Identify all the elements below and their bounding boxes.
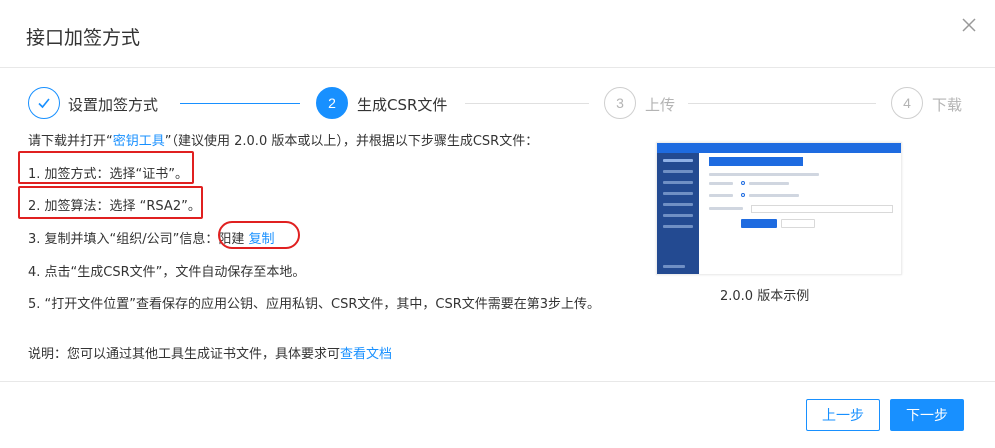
dialog-header: 接口加签方式 [0, 0, 995, 68]
preview-radio [741, 181, 745, 185]
preview-row [709, 207, 743, 210]
preview-row [749, 182, 789, 185]
preview-side-item [663, 265, 685, 268]
preview-tab-active [709, 157, 803, 166]
step-1-label: 设置加签方式 [68, 96, 159, 114]
steps-bar: 设置加签方式 2 生成CSR文件 3 上传 4 下载 [0, 84, 995, 122]
preview-sidebar [657, 153, 699, 274]
preview-row [749, 194, 799, 197]
close-icon[interactable] [958, 14, 980, 36]
intro-text: 请下载并打开“密钥工具”（建议使用 2.0.0 版本或以上），并根据以下步骤生成… [28, 130, 538, 149]
intro-suffix: ”（建议使用 2.0.0 版本或以上），并根据以下步骤生成CSR文件： [164, 134, 539, 149]
dialog-footer: 上一步 下一步 [0, 381, 995, 448]
preview-side-item [663, 192, 693, 195]
dialog: 接口加签方式 设置加签方式 2 生成CSR文件 3 上传 4 下载 请下载并打开… [0, 0, 995, 448]
prev-button[interactable]: 上一步 [806, 399, 880, 431]
preview-side-item [663, 159, 693, 162]
step-2-label: 生成CSR文件 [357, 96, 448, 114]
preview-side-item [663, 181, 693, 184]
tool-preview-image [656, 142, 902, 275]
step-item-4: 4. 点击“生成CSR文件”，文件自动保存至本地。 [28, 265, 306, 280]
note-text: 说明：您可以通过其他工具生成证书文件，具体要求可查看文档 [28, 343, 392, 362]
step-item-5: 5. “打开文件位置”查看保存的应用公钥、应用私钥、CSR文件，其中，CSR文件… [28, 297, 601, 312]
preview-input [751, 205, 893, 213]
preview-row [709, 173, 819, 176]
step-3-label: 上传 [645, 96, 676, 114]
preview-titlebar [657, 143, 901, 153]
preview-caption: 2.0.0 版本示例 [720, 289, 810, 304]
note-prefix: 说明：您可以通过其他工具生成证书文件，具体要求可 [28, 347, 341, 362]
step-3-number: 3 [604, 87, 636, 119]
step-1-check-icon [28, 87, 60, 119]
preview-row [709, 194, 733, 197]
view-docs-link[interactable]: 查看文档 [340, 347, 392, 362]
step-2-number: 2 [316, 87, 348, 119]
dialog-title: 接口加签方式 [26, 27, 141, 49]
step-connector-3 [688, 103, 876, 104]
annotation-box-2 [18, 186, 203, 219]
preview-side-item [663, 170, 693, 173]
step-4-number: 4 [891, 87, 923, 119]
preview-row [709, 182, 733, 185]
step-connector-2 [465, 103, 589, 104]
preview-generate-button [741, 219, 777, 228]
annotation-box-1 [18, 151, 194, 184]
intro-prefix: 请下载并打开“ [28, 134, 113, 149]
key-tool-link[interactable]: 密钥工具 [113, 134, 165, 149]
preview-side-item [663, 203, 693, 206]
preview-side-item [663, 214, 693, 217]
preview-side-item [663, 225, 693, 228]
step-4-label: 下载 [932, 96, 963, 114]
item3-prefix: 3. 复制并填入“组织/公司”信息： [28, 232, 219, 247]
step-connector-1 [180, 103, 300, 104]
preview-open-button [781, 219, 815, 228]
next-button[interactable]: 下一步 [890, 399, 964, 431]
annotation-oval [218, 221, 300, 249]
preview-radio [741, 193, 745, 197]
